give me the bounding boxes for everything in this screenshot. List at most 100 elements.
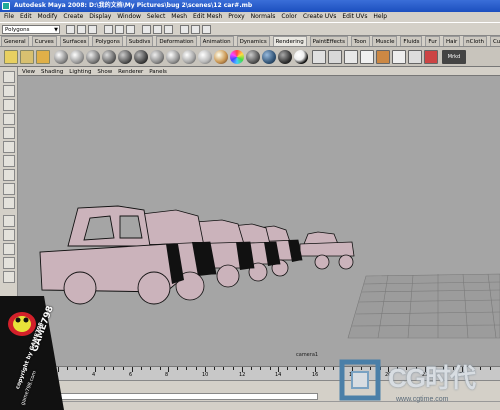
last-tool-icon[interactable] (3, 197, 15, 209)
hypershade-layout-icon[interactable] (3, 271, 15, 283)
select-component-icon[interactable] (126, 25, 135, 34)
watermark-brand: CG时代 (388, 363, 476, 393)
tab-subdivs[interactable]: Subdivs (125, 36, 154, 46)
save-scene-icon[interactable] (88, 25, 97, 34)
four-view-layout-icon[interactable] (3, 229, 15, 241)
texture-checker-icon[interactable] (312, 50, 326, 64)
texture-file-icon[interactable] (344, 50, 358, 64)
menu-mesh[interactable]: Mesh (169, 12, 189, 22)
menu-modify[interactable]: Modify (36, 12, 60, 22)
new-scene-icon[interactable] (66, 25, 75, 34)
render-settings-icon[interactable] (202, 25, 211, 34)
tab-rendering[interactable]: Rendering (272, 36, 307, 46)
shelf-mrkd-button[interactable]: Mrkd (442, 50, 466, 64)
render-view-icon[interactable] (360, 50, 374, 64)
snap-curve-icon[interactable] (153, 25, 162, 34)
ipr-render-icon[interactable] (191, 25, 200, 34)
scale-tool-icon[interactable] (3, 141, 15, 153)
snap-point-icon[interactable] (164, 25, 173, 34)
move-tool-icon[interactable] (3, 113, 15, 125)
phong-material-icon[interactable] (182, 50, 196, 64)
timeline-minor-tick (177, 367, 178, 370)
render-icon[interactable] (180, 25, 189, 34)
blinn-material-icon[interactable] (166, 50, 180, 64)
menu-help[interactable]: Help (371, 12, 389, 22)
panel-menubar: View Shading Lighting Show Renderer Pane… (18, 67, 500, 76)
batch-render-icon[interactable] (392, 50, 406, 64)
tab-polygons[interactable]: Polygons (92, 36, 123, 46)
timeline-minor-tick (76, 367, 77, 370)
surface-shader-icon[interactable] (262, 50, 276, 64)
camera-icon[interactable] (4, 50, 18, 64)
rotate-tool-icon[interactable] (3, 127, 15, 139)
select-object-icon[interactable] (115, 25, 124, 34)
tab-deformation[interactable]: Deformation (156, 36, 197, 46)
menu-set-value: Polygons (5, 27, 30, 33)
timeline-minor-tick (104, 367, 105, 370)
show-manipulator-icon[interactable] (3, 183, 15, 195)
tab-curves[interactable]: Curves (31, 36, 57, 46)
tab-custom[interactable]: Custom (489, 36, 500, 46)
perspective-viewport[interactable] (18, 76, 500, 366)
ramp-shader-icon[interactable] (230, 50, 244, 64)
use-background-icon[interactable] (278, 50, 292, 64)
timeline-minor-tick (260, 367, 261, 370)
select-tool-icon[interactable] (3, 71, 15, 83)
hypershade-icon[interactable] (408, 50, 422, 64)
ocean-shader-icon[interactable] (294, 50, 308, 64)
menu-edit[interactable]: Edit (18, 12, 34, 22)
menu-color[interactable]: Color (279, 12, 299, 22)
menu-edit-mesh[interactable]: Edit Mesh (191, 12, 224, 22)
tab-general[interactable]: General (1, 36, 29, 46)
camera-aim-icon[interactable] (20, 50, 34, 64)
manipulator-tool-icon[interactable] (3, 155, 15, 167)
main-menubar: File Edit Modify Create Display Window S… (0, 12, 500, 22)
menu-select[interactable]: Select (145, 12, 168, 22)
point-light-icon[interactable] (86, 50, 100, 64)
camera-aim-up-icon[interactable] (36, 50, 50, 64)
menu-display[interactable]: Display (87, 12, 113, 22)
paint-select-tool-icon[interactable] (3, 99, 15, 111)
menu-set-dropdown[interactable]: Polygons ▼ (2, 25, 60, 34)
tab-fur[interactable]: Fur (425, 36, 441, 46)
tab-ncloth[interactable]: nCloth (463, 36, 488, 46)
phonge-material-icon[interactable] (198, 50, 212, 64)
render-globals-icon[interactable] (424, 50, 438, 64)
persp-graph-layout-icon[interactable] (3, 257, 15, 269)
ambient-light-icon[interactable] (54, 50, 68, 64)
menu-proxy[interactable]: Proxy (226, 12, 246, 22)
tab-animation[interactable]: Animation (199, 36, 234, 46)
menu-window[interactable]: Window (115, 12, 143, 22)
anisotropic-material-icon[interactable] (214, 50, 228, 64)
menu-edit-uvs[interactable]: Edit UVs (340, 12, 369, 22)
area-light-icon[interactable] (118, 50, 132, 64)
layered-shader-icon[interactable] (246, 50, 260, 64)
select-hierarchy-icon[interactable] (104, 25, 113, 34)
cgtime-logo-icon (339, 359, 381, 401)
snap-grid-icon[interactable] (142, 25, 151, 34)
menu-create[interactable]: Create (61, 12, 85, 22)
spot-light-icon[interactable] (102, 50, 116, 64)
tab-hair[interactable]: Hair (442, 36, 461, 46)
menu-create-uvs[interactable]: Create UVs (301, 12, 338, 22)
lasso-tool-icon[interactable] (3, 85, 15, 97)
menu-normals[interactable]: Normals (249, 12, 278, 22)
texture-grid-icon[interactable] (328, 50, 342, 64)
tab-muscle[interactable]: Muscle (372, 36, 398, 46)
tab-painteffects[interactable]: PaintEffects (309, 36, 348, 46)
single-perspective-layout-icon[interactable] (3, 215, 15, 227)
lambert-material-icon[interactable] (150, 50, 164, 64)
tab-toon[interactable]: Toon (350, 36, 370, 46)
volume-light-icon[interactable] (134, 50, 148, 64)
tab-surfaces[interactable]: Surfaces (59, 36, 90, 46)
soft-mod-tool-icon[interactable] (3, 169, 15, 181)
persp-outliner-layout-icon[interactable] (3, 243, 15, 255)
timeline-minor-tick (324, 367, 325, 370)
ipr-icon[interactable] (376, 50, 390, 64)
tab-dynamics[interactable]: Dynamics (236, 36, 270, 46)
menu-file[interactable]: File (2, 12, 16, 22)
timeline-tick-label: 6 (129, 372, 133, 378)
directional-light-icon[interactable] (70, 50, 84, 64)
open-scene-icon[interactable] (77, 25, 86, 34)
tab-fluids[interactable]: Fluids (400, 36, 423, 46)
